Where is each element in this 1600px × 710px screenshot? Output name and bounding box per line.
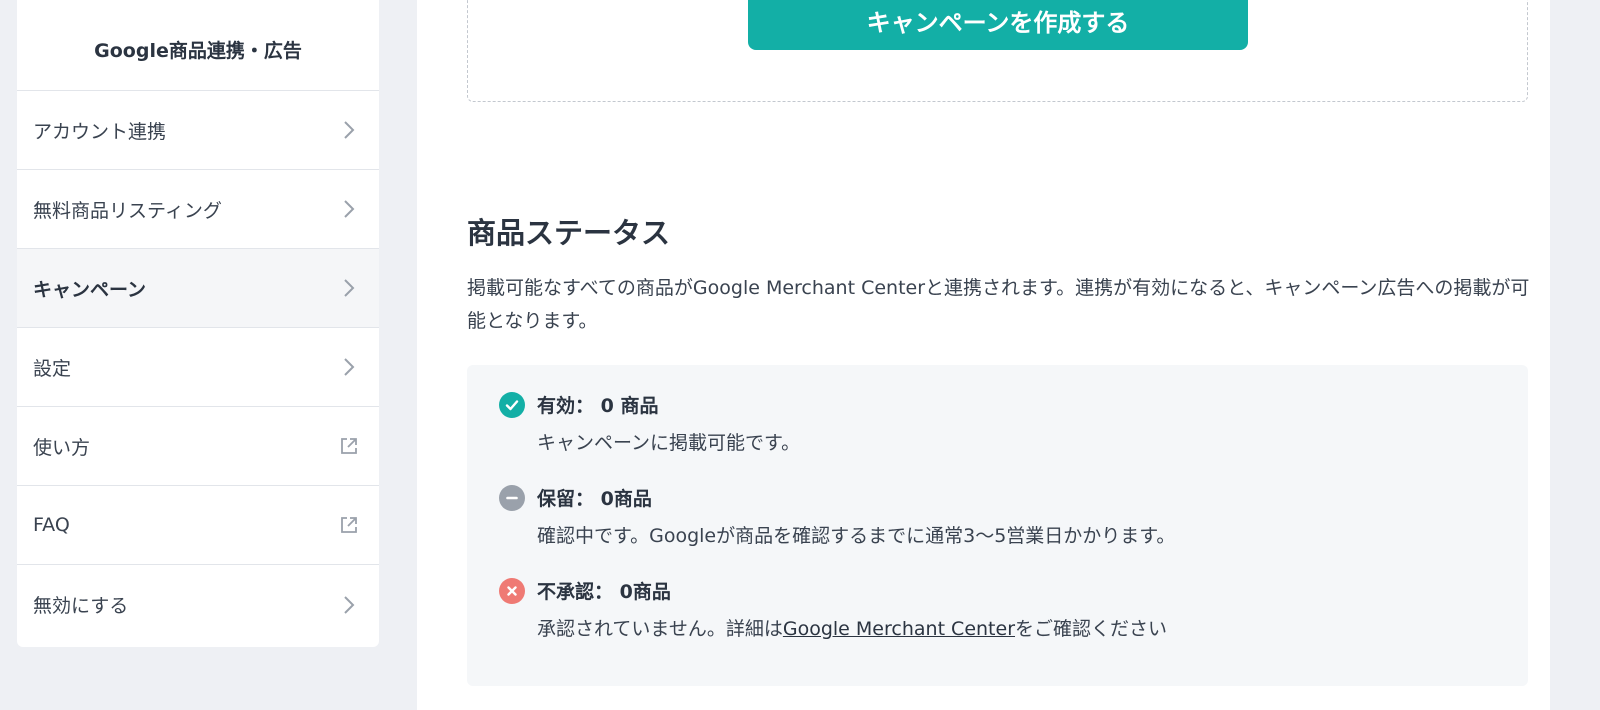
status-pending-label: 保留： 0商品 bbox=[537, 488, 652, 510]
sidebar-item-settings[interactable]: 設定 bbox=[17, 328, 379, 407]
chevron-right-icon bbox=[339, 119, 359, 141]
minus-circle-icon bbox=[499, 484, 525, 511]
sidebar-item-campaign[interactable]: キャンペーン bbox=[17, 249, 379, 328]
sidebar-item-label: キャンペーン bbox=[33, 278, 147, 301]
sidebar-item-label: アカウント連携 bbox=[33, 120, 167, 143]
main-panel: キャンペーンを作成する 商品ステータス 掲載可能なすべての商品がGoogle M… bbox=[417, 0, 1550, 710]
sidebar-item-disable[interactable]: 無効にする bbox=[17, 565, 379, 644]
create-campaign-button[interactable]: キャンペーンを作成する bbox=[748, 0, 1248, 50]
external-link-icon bbox=[339, 435, 359, 457]
status-pending: 保留： 0商品 確認中です。Googleが商品を確認するまでに通常3〜5営業日か… bbox=[499, 484, 1175, 548]
product-status-description: 掲載可能なすべての商品がGoogle Merchant Centerと連携されま… bbox=[467, 277, 1530, 332]
x-circle-icon bbox=[499, 577, 525, 604]
status-active-label: 有効： 0 商品 bbox=[537, 395, 659, 417]
chevron-right-icon bbox=[339, 356, 359, 378]
sidebar-item-label: 使い方 bbox=[33, 436, 91, 459]
status-active-description: キャンペーンに掲載可能です。 bbox=[537, 432, 801, 454]
sidebar-title: Google商品連携・広告 bbox=[17, 0, 379, 91]
status-disapproved: 不承認： 0商品 承認されていません。詳細はGoogle Merchant Ce… bbox=[499, 577, 1167, 641]
status-active: 有効： 0 商品 キャンペーンに掲載可能です。 bbox=[499, 391, 800, 455]
sidebar-item-label: FAQ bbox=[33, 514, 70, 536]
chevron-right-icon bbox=[339, 277, 359, 299]
product-status-title: 商品ステータス bbox=[467, 216, 671, 250]
status-disapproved-description: 承認されていません。詳細はGoogle Merchant Centerをご確認く… bbox=[537, 614, 1167, 641]
sidebar-item-free-listings[interactable]: 無料商品リスティング bbox=[17, 170, 379, 249]
merchant-center-link[interactable]: Google Merchant Center bbox=[783, 618, 1015, 640]
product-status-panel: 有効： 0 商品 キャンペーンに掲載可能です。 保留： 0商品 確認中です。Go… bbox=[467, 365, 1528, 686]
sidebar-item-label: 無料商品リスティング bbox=[33, 199, 222, 222]
chevron-right-icon bbox=[339, 594, 359, 616]
status-disapproved-suffix: をご確認ください bbox=[1015, 618, 1168, 640]
right-margin bbox=[1550, 0, 1600, 710]
chevron-right-icon bbox=[339, 198, 359, 220]
status-pending-description: 確認中です。Googleが商品を確認するまでに通常3〜5営業日かかります。 bbox=[537, 525, 1176, 547]
sidebar-item-label: 設定 bbox=[33, 357, 72, 380]
sidebar-item-faq[interactable]: FAQ bbox=[17, 486, 379, 565]
status-disapproved-label: 不承認： 0商品 bbox=[537, 581, 671, 603]
sidebar-item-label: 無効にする bbox=[33, 595, 129, 617]
status-disapproved-prefix: 承認されていません。詳細は bbox=[537, 618, 783, 640]
external-link-icon bbox=[339, 514, 359, 536]
sidebar: Google商品連携・広告 アカウント連携 無料商品リスティング キャンペーン … bbox=[17, 0, 379, 647]
sidebar-item-how-to-use[interactable]: 使い方 bbox=[17, 407, 379, 486]
sidebar-item-account-link[interactable]: アカウント連携 bbox=[17, 91, 379, 170]
check-circle-icon bbox=[499, 391, 525, 418]
